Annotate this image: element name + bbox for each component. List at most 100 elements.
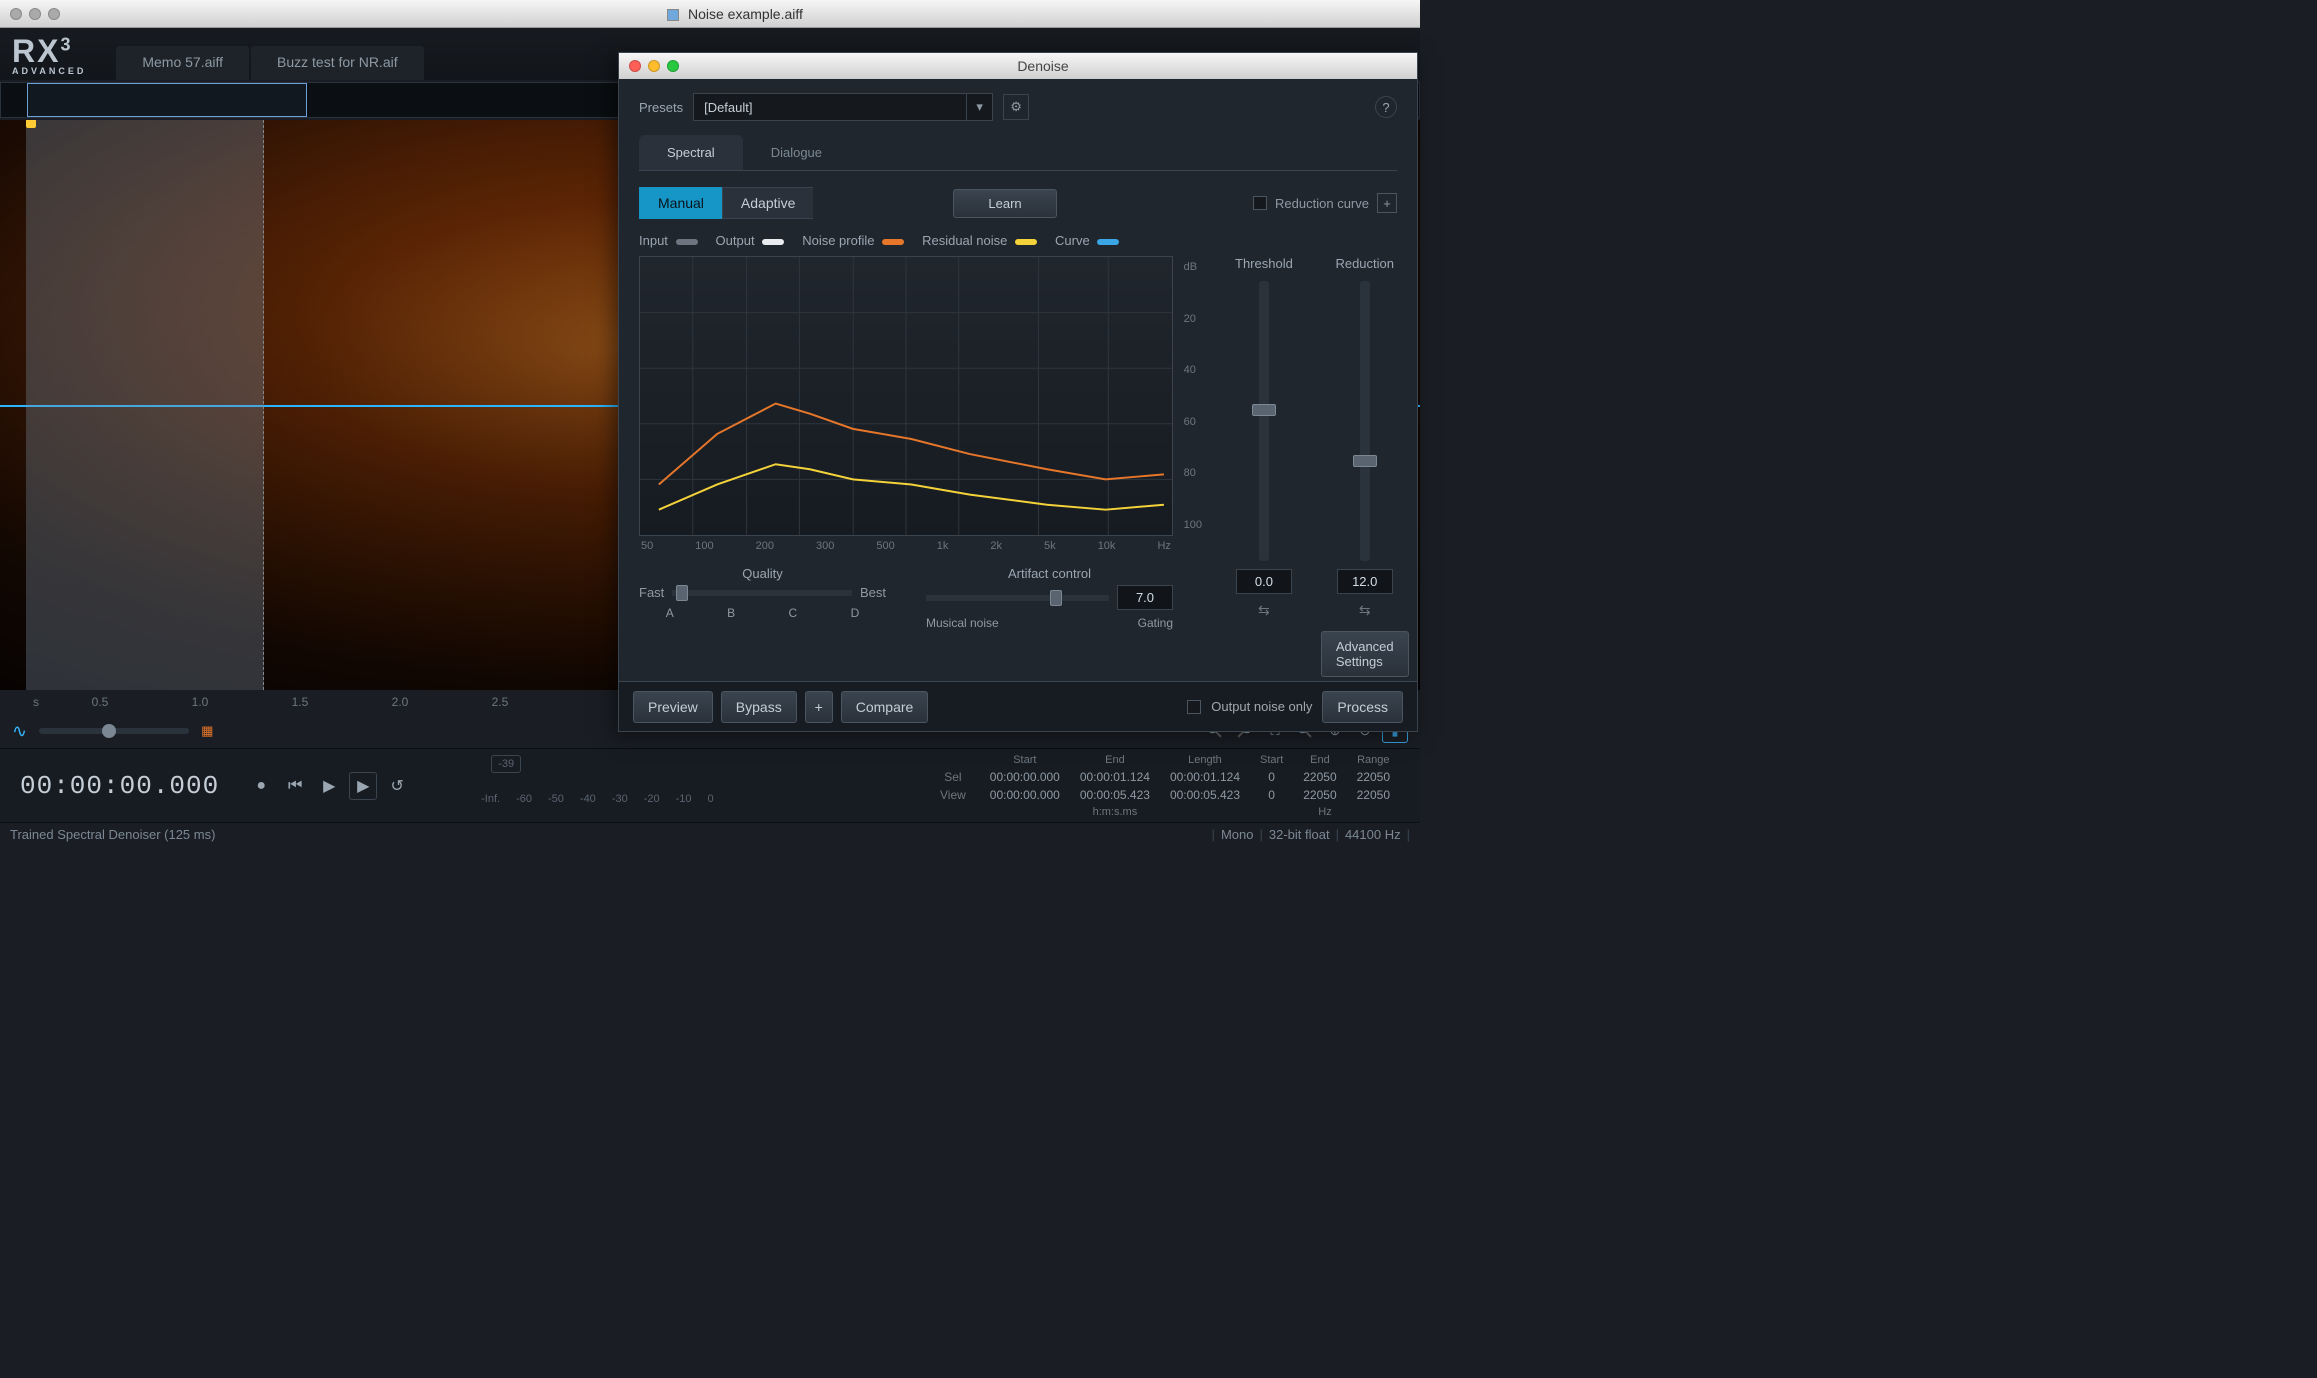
- quality-slider[interactable]: [672, 590, 852, 596]
- quality-control: Quality Fast Best A B C D: [639, 566, 886, 620]
- reduction-column: Reduction 12.0 ⇆ Advanced Settings: [1321, 256, 1409, 677]
- spectrum-y-axis: dB 20 40 60 80 100: [1184, 257, 1202, 535]
- bypass-button[interactable]: Bypass: [721, 691, 797, 723]
- threshold-slider[interactable]: [1259, 281, 1269, 561]
- close-icon[interactable]: [10, 8, 22, 20]
- loop-icon[interactable]: ↺: [383, 772, 411, 800]
- close-icon[interactable]: [629, 60, 641, 72]
- reduction-value[interactable]: 12.0: [1337, 569, 1393, 594]
- advanced-settings-button[interactable]: Advanced Settings: [1321, 631, 1409, 677]
- link-icon[interactable]: ⇆: [1359, 602, 1371, 619]
- status-bitdepth: 32-bit float: [1269, 827, 1330, 842]
- logo-text: RX: [12, 33, 60, 69]
- quality-letter: C: [789, 606, 798, 620]
- file-tab[interactable]: Memo 57.aiff: [116, 46, 249, 80]
- mode-manual-button[interactable]: Manual: [639, 187, 722, 219]
- unit-time: h:m:s.ms: [980, 804, 1250, 820]
- artifact-label: Artifact control: [926, 566, 1173, 581]
- help-icon[interactable]: ?: [1375, 96, 1397, 118]
- overview-selection[interactable]: [27, 83, 307, 117]
- output-noise-only-checkbox[interactable]: [1187, 700, 1201, 714]
- preset-row: Presets [Default] ▾ ⚙ ?: [639, 93, 1397, 121]
- x-tick: 5k: [1044, 540, 1056, 552]
- compare-button[interactable]: Compare: [841, 691, 929, 723]
- spectrogram-view-icon[interactable]: ▦: [201, 723, 213, 739]
- minimize-icon[interactable]: [648, 60, 660, 72]
- view-freq-end[interactable]: 22050: [1293, 786, 1346, 804]
- x-tick: Hz: [1157, 540, 1170, 552]
- play-icon[interactable]: ▶: [315, 772, 343, 800]
- zoom-icon[interactable]: [667, 60, 679, 72]
- denoise-maintabs: Spectral Dialogue: [639, 135, 1397, 171]
- quality-label: Quality: [639, 566, 886, 581]
- mode-row: Manual Adaptive Learn Reduction curve +: [639, 187, 1397, 219]
- artifact-value[interactable]: 7.0: [1117, 585, 1173, 610]
- row-label-view: View: [930, 786, 980, 804]
- view-blend-slider[interactable]: [39, 728, 189, 734]
- sel-freq-range[interactable]: 22050: [1347, 768, 1400, 786]
- legend-output: Output: [716, 233, 785, 248]
- spectrum-graph[interactable]: dB 20 40 60 80 100: [639, 256, 1173, 536]
- time-axis-unit: s: [22, 695, 50, 709]
- denoise-titlebar[interactable]: Denoise: [619, 53, 1417, 79]
- playhead-icon[interactable]: [26, 120, 36, 128]
- quality-letter: D: [851, 606, 860, 620]
- preset-select[interactable]: [Default] ▾: [693, 93, 993, 121]
- add-curve-button[interactable]: +: [1377, 193, 1397, 213]
- threshold-value[interactable]: 0.0: [1236, 569, 1292, 594]
- artifact-slider[interactable]: [926, 595, 1109, 601]
- view-start[interactable]: 00:00:00.000: [980, 786, 1070, 804]
- reduction-slider[interactable]: [1360, 281, 1370, 561]
- y-tick: 40: [1184, 364, 1202, 376]
- preview-button[interactable]: Preview: [633, 691, 713, 723]
- waveform-view-icon[interactable]: ∿: [12, 721, 27, 742]
- col-header: Start: [1250, 752, 1293, 768]
- file-tabs: Memo 57.aiff Buzz test for NR.aif: [116, 28, 423, 80]
- file-tab[interactable]: Buzz test for NR.aif: [251, 46, 424, 80]
- spectrum-x-axis: 50 100 200 300 500 1k 2k 5k 10k Hz: [639, 540, 1173, 552]
- x-tick: 2k: [990, 540, 1002, 552]
- status-message: Trained Spectral Denoiser (125 ms): [10, 827, 215, 842]
- view-freq-range[interactable]: 22050: [1347, 786, 1400, 804]
- unit-freq: Hz: [1250, 804, 1400, 820]
- db-tick: -10: [676, 793, 692, 805]
- reduction-curve-checkbox[interactable]: [1253, 196, 1267, 210]
- gear-icon[interactable]: ⚙: [1003, 94, 1029, 120]
- sel-freq-start[interactable]: 0: [1250, 768, 1293, 786]
- bypass-add-button[interactable]: +: [805, 691, 833, 723]
- output-noise-only-label: Output noise only: [1211, 699, 1312, 714]
- zoom-icon[interactable]: [48, 8, 60, 20]
- link-icon[interactable]: ⇆: [1258, 602, 1270, 619]
- view-freq-start[interactable]: 0: [1250, 786, 1293, 804]
- timecode-display: 00:00:00.000: [20, 771, 219, 801]
- db-tick: -30: [612, 793, 628, 805]
- rewind-icon[interactable]: ⏮: [281, 772, 309, 800]
- mode-adaptive-button[interactable]: Adaptive: [722, 187, 813, 219]
- process-button[interactable]: Process: [1322, 691, 1403, 723]
- record-icon[interactable]: ●: [247, 772, 275, 800]
- spectrogram-selection[interactable]: [26, 120, 264, 690]
- view-length[interactable]: 00:00:05.423: [1160, 786, 1250, 804]
- chevron-down-icon[interactable]: ▾: [966, 94, 992, 120]
- tab-spectral[interactable]: Spectral: [639, 135, 743, 170]
- outer-titlebar[interactable]: Noise example.aiff: [0, 0, 1420, 28]
- view-end[interactable]: 00:00:05.423: [1070, 786, 1160, 804]
- tab-dialogue[interactable]: Dialogue: [743, 135, 850, 170]
- minimize-icon[interactable]: [29, 8, 41, 20]
- outer-window-title: Noise example.aiff: [60, 6, 1410, 22]
- traffic-lights-outer: [10, 8, 60, 20]
- sel-length[interactable]: 00:00:01.124: [1160, 768, 1250, 786]
- spectrum-curves: [640, 257, 1172, 535]
- status-bar: Trained Spectral Denoiser (125 ms) |Mono…: [0, 822, 1420, 846]
- db-tick: -20: [644, 793, 660, 805]
- y-tick: 100: [1184, 519, 1202, 531]
- sel-start[interactable]: 00:00:00.000: [980, 768, 1070, 786]
- swatch-icon: [1097, 239, 1119, 245]
- col-header: End: [1070, 752, 1160, 768]
- db-tick: -Inf.: [481, 793, 500, 805]
- learn-button[interactable]: Learn: [953, 189, 1056, 218]
- sel-freq-end[interactable]: 22050: [1293, 768, 1346, 786]
- play-selection-icon[interactable]: ▶: [349, 772, 377, 800]
- transport-bar: 00:00:00.000 ● ⏮ ▶ ▶ ↺ -39 -Inf. -60 -50…: [0, 748, 1420, 822]
- sel-end[interactable]: 00:00:01.124: [1070, 768, 1160, 786]
